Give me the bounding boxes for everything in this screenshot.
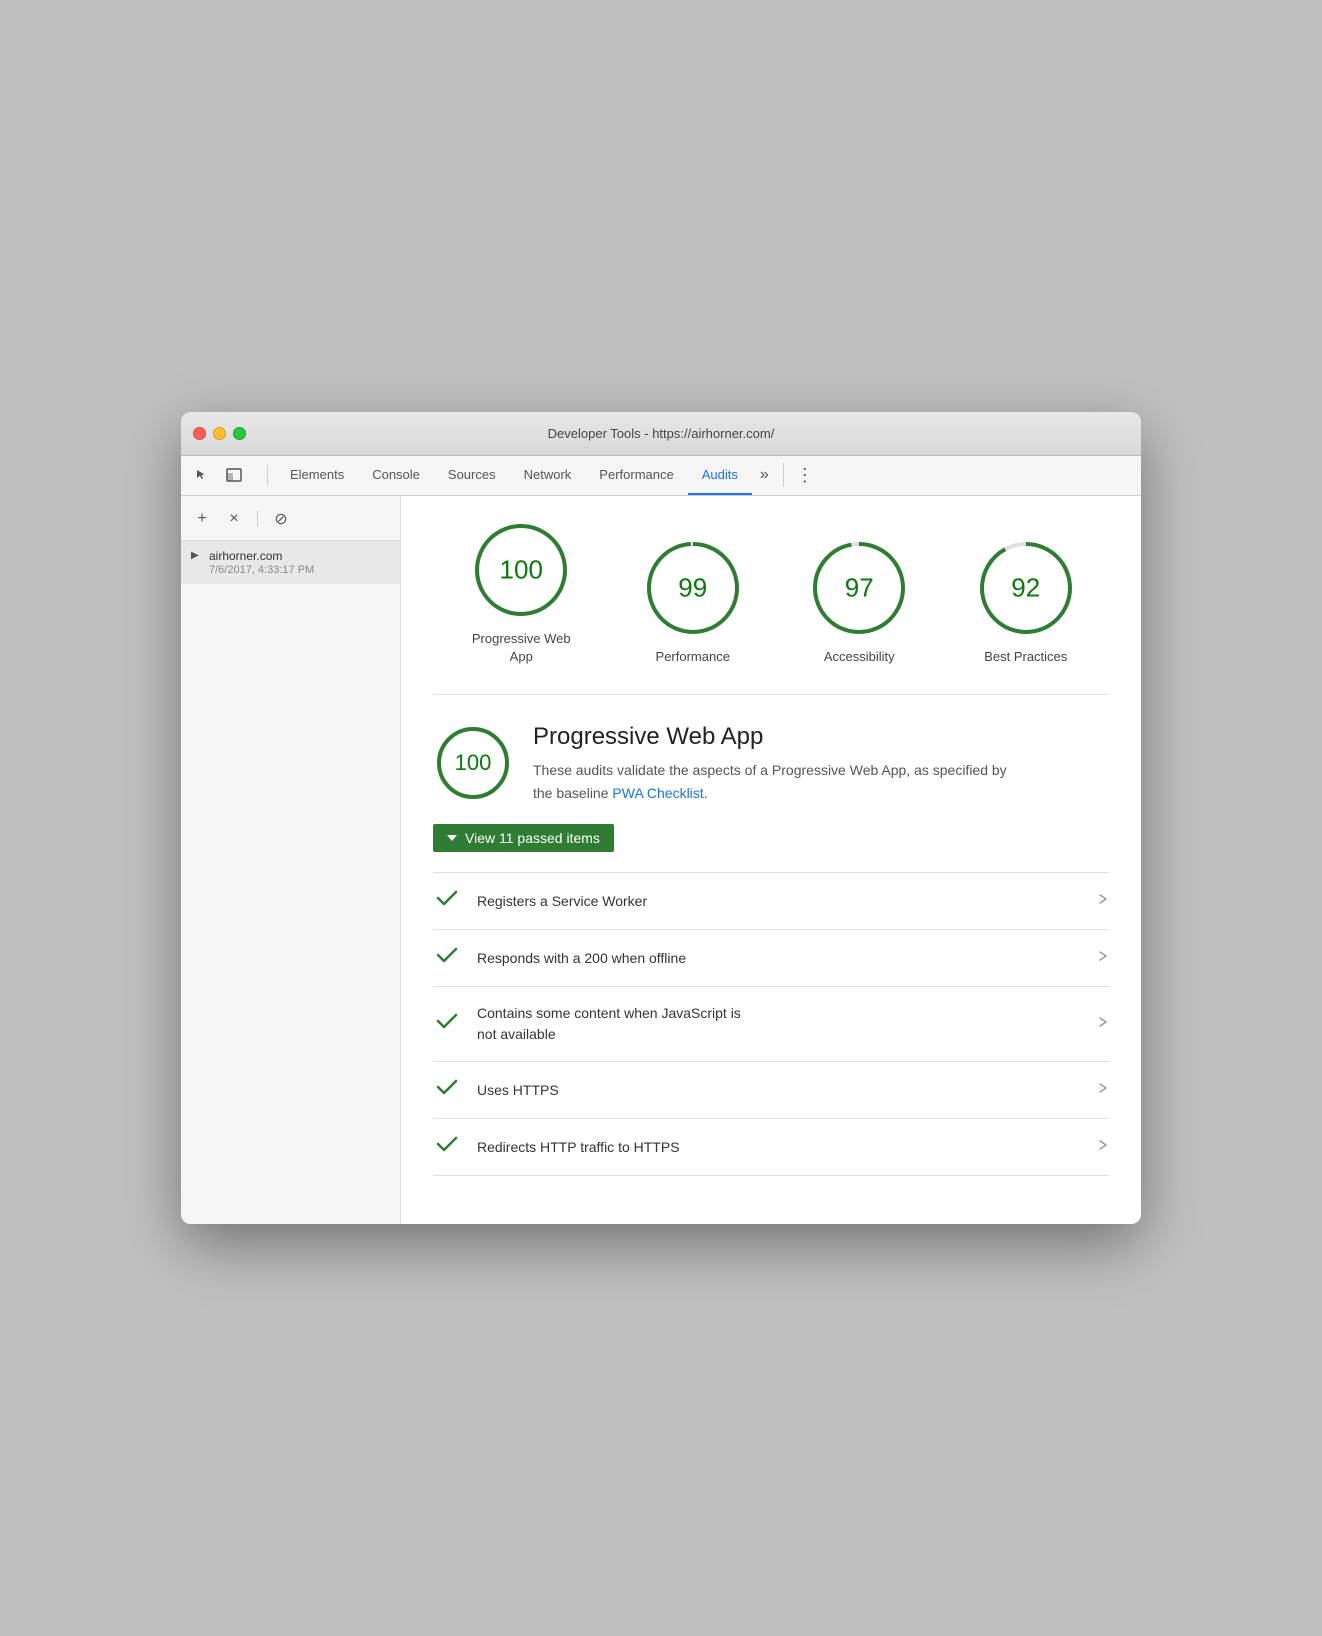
audit-chevron-https <box>1097 1080 1109 1101</box>
dock-icon[interactable] <box>221 462 247 488</box>
score-pwa: 100 Progressive Web App <box>466 520 576 666</box>
arrow-down-icon <box>447 835 457 841</box>
tabbar-separator <box>267 465 268 485</box>
audit-check-service-worker <box>433 889 461 913</box>
score-performance-value: 99 <box>678 573 707 604</box>
score-pwa-value: 100 <box>500 554 543 585</box>
score-best-practices-label: Best Practices <box>984 648 1067 666</box>
main-layout: + × ⊘ ▶ airhorner.com 7/6/2017, 4:33:17 … <box>181 496 1141 1224</box>
sidebar-item-subtitle: 7/6/2017, 4:33:17 PM <box>209 564 314 576</box>
sidebar-arrow-icon: ▶ <box>191 550 205 564</box>
audit-chevron-no-js <box>1097 1014 1109 1035</box>
audit-item-https[interactable]: Uses HTTPS <box>433 1062 1109 1119</box>
tab-elements[interactable]: Elements <box>276 455 358 495</box>
pwa-detail-score: 100 <box>455 750 492 776</box>
tab-audits[interactable]: Audits <box>688 455 752 495</box>
score-accessibility-circle: 97 <box>809 538 909 638</box>
audit-item-service-worker[interactable]: Registers a Service Worker <box>433 873 1109 930</box>
audit-list: Registers a Service Worker <box>433 872 1109 1176</box>
score-performance-circle: 99 <box>643 538 743 638</box>
score-accessibility-value: 97 <box>845 573 874 604</box>
audit-chevron-offline-200 <box>1097 948 1109 969</box>
sidebar-toolbar-sep <box>257 511 258 527</box>
audit-check-offline-200 <box>433 946 461 970</box>
score-best-practices: 92 Best Practices <box>976 538 1076 666</box>
audit-item-offline-200[interactable]: Responds with a 200 when offline <box>433 930 1109 987</box>
score-pwa-circle: 100 <box>471 520 571 620</box>
audit-item-no-js[interactable]: Contains some content when JavaScript is… <box>433 987 1109 1062</box>
sidebar-close-button[interactable]: × <box>223 508 245 530</box>
maximize-window-button[interactable] <box>233 427 246 440</box>
score-accessibility: 97 Accessibility <box>809 538 909 666</box>
audit-check-https <box>433 1078 461 1102</box>
window-buttons <box>193 427 246 440</box>
tabbar-icons <box>189 462 247 488</box>
audit-chevron-http-redirect <box>1097 1137 1109 1158</box>
score-pwa-label: Progressive Web App <box>466 630 576 666</box>
audit-check-no-js <box>433 1012 461 1036</box>
pwa-detail-circle: 100 <box>433 723 513 803</box>
score-performance: 99 Performance <box>643 538 743 666</box>
audit-label-http-redirect: Redirects HTTP traffic to HTTPS <box>477 1137 1085 1158</box>
audit-check-http-redirect <box>433 1135 461 1159</box>
sidebar-add-button[interactable]: + <box>191 508 213 530</box>
sidebar-item-title: airhorner.com <box>209 549 314 563</box>
pwa-info: Progressive Web App These audits validat… <box>533 723 1013 804</box>
view-passed-button[interactable]: View 11 passed items <box>433 824 614 852</box>
score-best-practices-value: 92 <box>1011 573 1040 604</box>
tab-network[interactable]: Network <box>510 455 586 495</box>
tab-more-button[interactable]: » <box>752 455 777 495</box>
audit-chevron-service-worker <box>1097 891 1109 912</box>
content-area: 100 Progressive Web App 99 Performance <box>401 496 1141 1224</box>
score-accessibility-label: Accessibility <box>824 648 895 666</box>
minimize-window-button[interactable] <box>213 427 226 440</box>
score-performance-label: Performance <box>656 648 730 666</box>
tab-divider <box>783 463 784 487</box>
tab-console[interactable]: Console <box>358 455 434 495</box>
audit-label-service-worker: Registers a Service Worker <box>477 891 1085 912</box>
audit-item-http-redirect[interactable]: Redirects HTTP traffic to HTTPS <box>433 1119 1109 1176</box>
tab-sources[interactable]: Sources <box>434 455 510 495</box>
pwa-section: 100 Progressive Web App These audits val… <box>433 723 1109 1176</box>
pwa-title: Progressive Web App <box>533 723 1013 751</box>
audit-label-https: Uses HTTPS <box>477 1080 1085 1101</box>
cursor-icon[interactable] <box>189 462 215 488</box>
sidebar: + × ⊘ ▶ airhorner.com 7/6/2017, 4:33:17 … <box>181 496 401 1224</box>
close-window-button[interactable] <box>193 427 206 440</box>
titlebar: Developer Tools - https://airhorner.com/ <box>181 412 1141 456</box>
sidebar-toolbar: + × ⊘ <box>181 504 400 541</box>
score-best-practices-circle: 92 <box>976 538 1076 638</box>
tab-performance[interactable]: Performance <box>585 455 687 495</box>
audit-label-offline-200: Responds with a 200 when offline <box>477 948 1085 969</box>
scores-row: 100 Progressive Web App 99 Performance <box>433 520 1109 695</box>
tab-kebab-button[interactable]: ⋮ <box>790 455 821 495</box>
pwa-checklist-link[interactable]: PWA Checklist <box>612 785 703 801</box>
tabbar: Elements Console Sources Network Perform… <box>181 456 1141 496</box>
audit-label-no-js: Contains some content when JavaScript is… <box>477 1003 1085 1045</box>
pwa-description: These audits validate the aspects of a P… <box>533 759 1013 804</box>
window-title: Developer Tools - https://airhorner.com/ <box>548 426 775 441</box>
view-passed-label: View 11 passed items <box>465 830 600 846</box>
sidebar-audit-item[interactable]: ▶ airhorner.com 7/6/2017, 4:33:17 PM <box>181 541 400 584</box>
pwa-header: 100 Progressive Web App These audits val… <box>433 723 1109 804</box>
sidebar-block-button[interactable]: ⊘ <box>270 508 292 530</box>
devtools-window: Developer Tools - https://airhorner.com/… <box>181 412 1141 1224</box>
